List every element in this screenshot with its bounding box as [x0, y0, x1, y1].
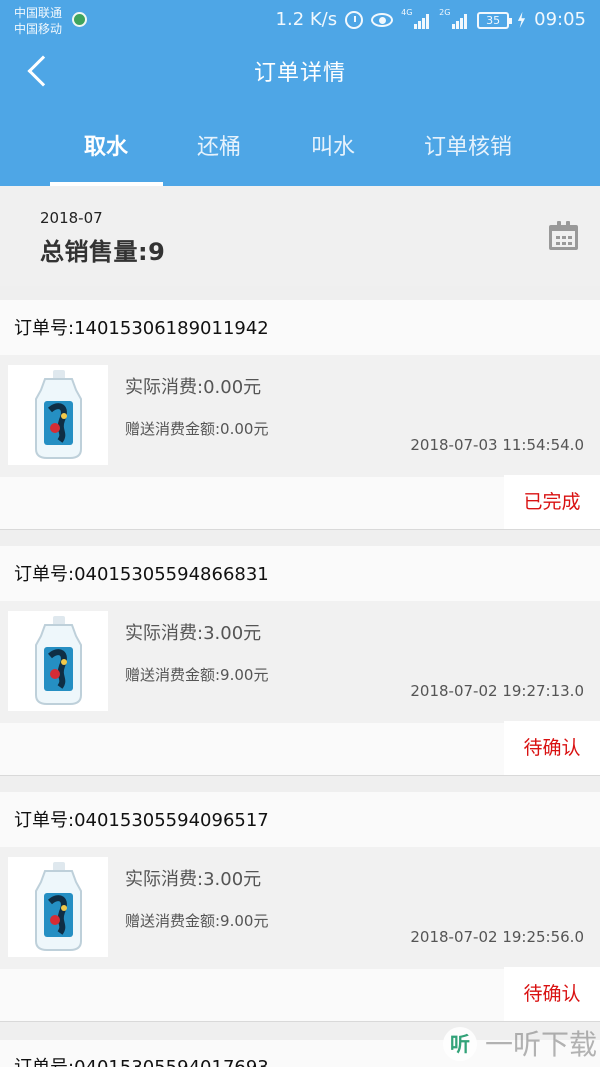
carrier-info: 中国联通 中国移动 [14, 5, 62, 37]
order-number: 订单号:04015305594096517 [14, 810, 269, 831]
tab-order-verification[interactable]: 订单核销 [424, 132, 512, 164]
order-type-tabs: 取水 还桶 叫水 订单核销 [0, 116, 600, 186]
eye-icon [371, 13, 394, 27]
tab-order-water[interactable]: 叫水 [311, 132, 355, 164]
total-sales: 总销售量:9 [40, 238, 166, 266]
carrier-status-icon [72, 12, 87, 27]
signal-icon: 4G [401, 8, 431, 29]
gift-spend: 赠送消费金额:9.00元 [125, 912, 269, 930]
calendar-icon [549, 221, 578, 250]
order-content: 实际消费:0.00元 赠送消费金额:0.00元 2018-07-03 11:54… [0, 355, 600, 477]
sales-summary: 2018-07 总销售量:9 [0, 186, 600, 286]
water-bottle-image [8, 611, 108, 711]
order-status-button[interactable]: 已完成 [504, 475, 600, 529]
water-bottle-image [8, 857, 108, 957]
order-detail-screen: 中国联通 中国移动 1.2 K/s 4G 2G 35 09:05 订单详情 取水… [0, 0, 600, 1067]
gift-spend: 赠送消费金额:0.00元 [125, 420, 269, 438]
tab-return-bucket[interactable]: 还桶 [197, 132, 241, 164]
carrier-secondary: 中国移动 [14, 22, 63, 36]
order-card[interactable]: 订单号:04015305594866831 实际消费:3.00元 赠送消费金额:… [0, 546, 600, 776]
order-time: 2018-07-02 19:27:13.0 [410, 682, 584, 700]
order-card-partial[interactable]: 订单号:04015305594017693 [0, 1040, 600, 1067]
secondary-signal-bars [452, 13, 469, 29]
network-speed: 1.2 K/s [275, 9, 338, 30]
order-card[interactable]: 订单号:14015306189011942 实际消费:0.00元 赠送消费金额:… [0, 300, 600, 530]
order-card[interactable]: 订单号:04015305594096517 实际消费:3.00元 赠送消费金额:… [0, 792, 600, 1022]
water-bottle-image [8, 365, 108, 465]
status-indicators: 1.2 K/s 4G 2G 35 09:05 [276, 9, 586, 31]
order-time: 2018-07-03 11:54:54.0 [410, 436, 584, 454]
carrier-primary: 中国联通 [14, 6, 63, 20]
actual-spend: 实际消费:0.00元 [125, 377, 262, 398]
actual-spend: 实际消费:3.00元 [125, 869, 262, 890]
alarm-icon [345, 11, 364, 29]
status-bar: 中国联通 中国移动 1.2 K/s 4G 2G 35 09:05 [0, 0, 600, 40]
clock-time: 09:05 [534, 9, 586, 30]
calendar-button[interactable] [549, 220, 579, 250]
signal-label-two: 2G [439, 8, 451, 17]
order-status-button[interactable]: 待确认 [504, 721, 600, 775]
charging-icon [518, 11, 526, 29]
signal-label-one: 4G [401, 8, 413, 17]
order-number: 订单号:04015305594866831 [14, 564, 269, 585]
summary-month: 2018-07 [40, 209, 103, 227]
order-number: 订单号:04015305594017693 [14, 1055, 269, 1067]
order-status-button[interactable]: 待确认 [504, 967, 600, 1021]
order-number: 订单号:14015306189011942 [14, 318, 269, 339]
page-title: 订单详情 [253, 61, 346, 86]
top-header: 中国联通 中国移动 1.2 K/s 4G 2G 35 09:05 订单详情 取水… [0, 0, 600, 186]
order-content: 实际消费:3.00元 赠送消费金额:9.00元 2018-07-02 19:25… [0, 847, 600, 969]
order-content: 实际消费:3.00元 赠送消费金额:9.00元 2018-07-02 19:27… [0, 601, 600, 723]
secondary-signal-icon: 2G [439, 8, 469, 29]
battery-icon: 35 [477, 11, 513, 29]
signal-bars [414, 13, 431, 29]
order-time: 2018-07-02 19:25:56.0 [410, 928, 584, 946]
tab-fetch-water[interactable]: 取水 [84, 132, 128, 164]
title-bar: 订单详情 [0, 42, 600, 106]
gift-spend: 赠送消费金额:9.00元 [125, 666, 269, 684]
actual-spend: 实际消费:3.00元 [125, 623, 262, 644]
